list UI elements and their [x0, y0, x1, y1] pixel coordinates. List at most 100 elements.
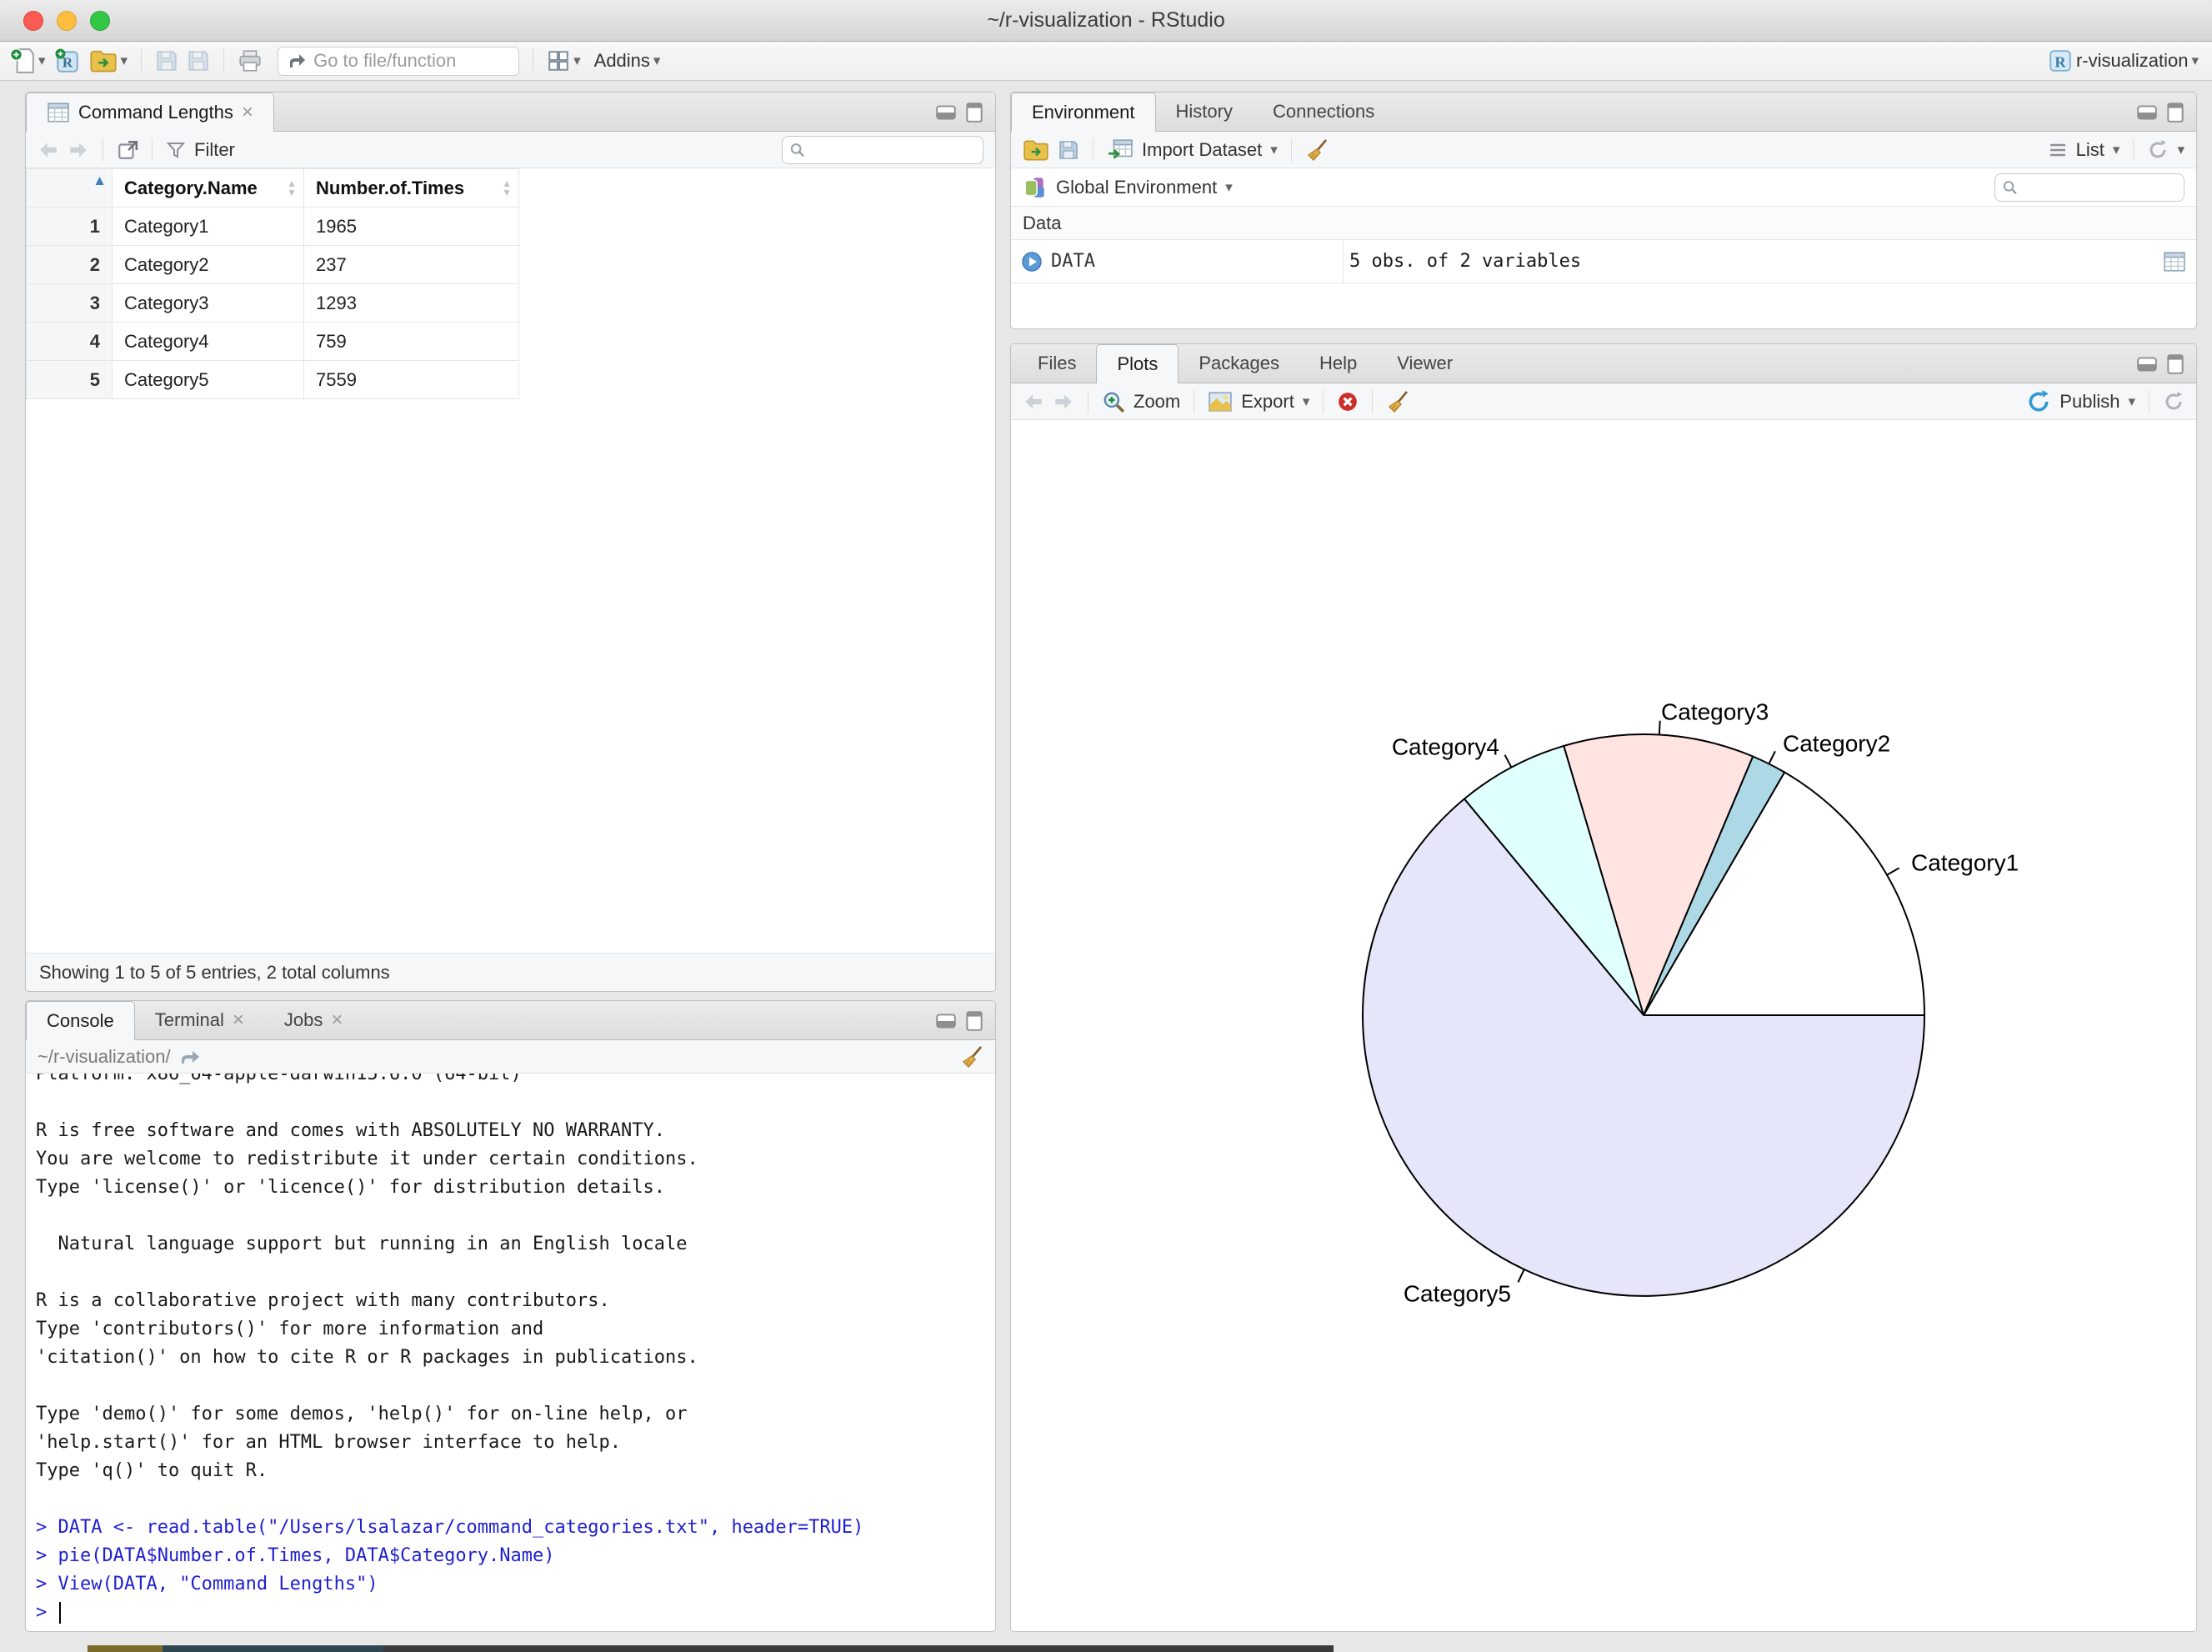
filter-label[interactable]: Filter — [194, 139, 235, 161]
table-row: 2 Category2 237 — [26, 245, 519, 284]
tab-environment[interactable]: Environment — [1011, 93, 1156, 132]
viewer-search-box[interactable] — [782, 135, 983, 164]
chevron-down-icon — [2113, 142, 2120, 158]
new-project-button[interactable] — [54, 48, 81, 74]
open-in-new-window-icon[interactable] — [117, 139, 138, 161]
load-workspace-icon[interactable] — [1023, 138, 1049, 162]
import-dataset-label[interactable]: Import Dataset — [1142, 139, 1262, 161]
tab-help[interactable]: Help — [1299, 344, 1377, 383]
column-divider — [1343, 240, 1344, 283]
previous-plot-icon[interactable] — [1023, 393, 1044, 411]
environment-search-input[interactable] — [2023, 178, 2177, 197]
column-header-category-name[interactable]: Category.Name — [112, 168, 304, 208]
refresh-plot-icon[interactable] — [2163, 391, 2184, 413]
tab-packages[interactable]: Packages — [1179, 344, 1299, 383]
environment-scope-row: Global Environment — [1011, 168, 2196, 207]
publish-icon[interactable] — [2026, 389, 2051, 414]
zoom-window-button[interactable] — [90, 11, 110, 31]
environment-object-row[interactable]: DATA 5 obs. of 2 variables — [1011, 240, 2196, 283]
save-button[interactable] — [155, 49, 178, 73]
clear-console-icon[interactable] — [960, 1045, 983, 1069]
view-data-icon[interactable] — [2163, 251, 2186, 273]
expand-object-icon[interactable] — [1021, 251, 1043, 273]
print-button[interactable] — [238, 49, 263, 73]
goto-directory-icon[interactable] — [179, 1049, 201, 1065]
save-all-button[interactable] — [187, 49, 210, 73]
addins-button[interactable]: Addins — [594, 50, 661, 72]
maximize-pane-icon[interactable] — [2166, 353, 2184, 375]
forward-icon[interactable] — [68, 141, 89, 159]
close-icon[interactable] — [233, 1009, 244, 1031]
minimize-pane-icon[interactable] — [935, 103, 957, 122]
chevron-down-icon — [1225, 179, 1233, 196]
toolbar-separator — [223, 48, 225, 73]
column-header-number-of-times[interactable]: Number.of.Times — [303, 168, 519, 208]
console-line: Type 'q()' to quit R. — [36, 1460, 268, 1481]
open-file-button[interactable] — [89, 48, 128, 73]
close-icon[interactable] — [331, 1009, 343, 1031]
chevron-down-icon — [573, 53, 581, 69]
goto-file-function-input[interactable] — [313, 50, 498, 72]
rownum-header[interactable] — [26, 168, 113, 208]
next-plot-icon[interactable] — [1053, 393, 1074, 411]
viewer-search-input[interactable] — [810, 140, 976, 159]
environment-search-box[interactable] — [1994, 173, 2184, 202]
environment-toolbar: Import Dataset List — [1011, 132, 2196, 168]
viewer-status-bar: Showing 1 to 5 of 5 entries, 2 total col… — [26, 953, 995, 991]
goto-file-function-box[interactable] — [278, 46, 520, 76]
tab-history[interactable]: History — [1156, 93, 1253, 131]
filter-icon[interactable] — [166, 140, 186, 160]
clear-environment-icon[interactable] — [1305, 138, 1329, 162]
search-icon — [789, 141, 806, 159]
save-workspace-icon[interactable] — [1058, 139, 1079, 161]
list-view-icon[interactable] — [2048, 142, 2068, 158]
scope-selector[interactable]: Global Environment — [1056, 177, 1217, 198]
maximize-pane-icon[interactable] — [965, 102, 983, 123]
tab-label: Packages — [1199, 353, 1279, 373]
minimize-pane-icon[interactable] — [935, 1012, 957, 1030]
tab-terminal[interactable]: Terminal — [135, 1001, 264, 1039]
new-file-button[interactable] — [10, 48, 46, 74]
publish-label[interactable]: Publish — [2059, 391, 2119, 413]
plot-display-area: Category1 Category2 Category3 Category4 … — [1011, 420, 2196, 1631]
console-output[interactable]: Platform: x86_64-apple-darwin15.6.0 (64-… — [26, 1074, 995, 1631]
tab-command-lengths[interactable]: Command Lengths — [26, 93, 274, 132]
zoom-label[interactable]: Zoom — [1134, 391, 1180, 413]
titlebar: ~/r-visualization - RStudio — [0, 0, 2212, 42]
import-dataset-icon[interactable] — [1107, 138, 1134, 162]
tab-connections[interactable]: Connections — [1253, 93, 1394, 131]
global-environment-icon — [1023, 175, 1048, 200]
console-line: Natural language support but running in … — [36, 1234, 688, 1254]
refresh-icon[interactable] — [2147, 139, 2169, 161]
console-line: Type 'license()' or 'licence()' for dist… — [36, 1177, 665, 1198]
maximize-pane-icon[interactable] — [965, 1010, 983, 1032]
tab-console[interactable]: Console — [26, 1001, 135, 1040]
minimize-window-button[interactable] — [57, 11, 77, 31]
list-view-label[interactable]: List — [2076, 139, 2104, 161]
tab-files[interactable]: Files — [1018, 344, 1096, 383]
project-selector[interactable]: r-visualization — [2048, 48, 2199, 73]
clear-all-plots-icon[interactable] — [1386, 390, 1409, 413]
tab-viewer[interactable]: Viewer — [1377, 344, 1473, 383]
tab-jobs[interactable]: Jobs — [264, 1001, 363, 1039]
tab-plots[interactable]: Plots — [1096, 344, 1179, 383]
row-number: 4 — [26, 322, 113, 361]
tab-label: Command Lengths — [78, 102, 233, 123]
console-prompt-line[interactable]: > — [36, 1599, 995, 1627]
remove-plot-icon[interactable] — [1337, 391, 1359, 413]
background-window-sliver — [88, 1645, 1334, 1652]
close-window-button[interactable] — [23, 11, 43, 31]
viewer-toolbar: Filter — [26, 132, 995, 168]
grid-icon — [547, 49, 570, 73]
pane-layout-button[interactable] — [547, 49, 581, 73]
minimize-pane-icon[interactable] — [2136, 103, 2158, 122]
back-icon[interactable] — [38, 141, 59, 159]
export-label[interactable]: Export — [1241, 391, 1294, 413]
maximize-pane-icon[interactable] — [2166, 102, 2184, 123]
minimize-pane-icon[interactable] — [2136, 355, 2158, 373]
export-plot-icon[interactable] — [1208, 391, 1233, 413]
close-icon[interactable] — [242, 102, 253, 123]
zoom-plot-icon[interactable] — [1102, 390, 1125, 413]
tab-label: History — [1175, 101, 1233, 122]
